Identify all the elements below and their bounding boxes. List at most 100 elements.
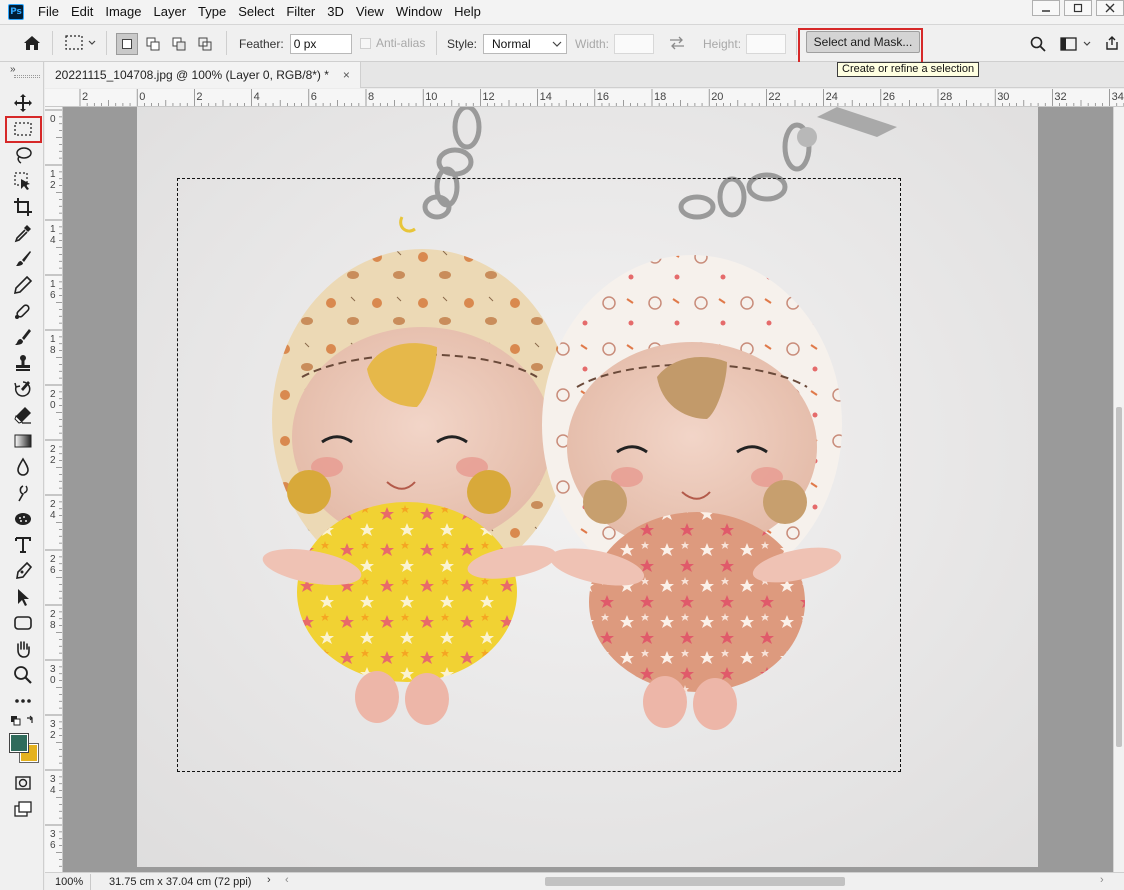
photo-two-plush-dolls xyxy=(137,107,1038,867)
vertical-scrollbar[interactable] xyxy=(1113,107,1124,872)
eyedropper-tool-icon[interactable] xyxy=(8,221,38,245)
maximize-icon[interactable] xyxy=(1064,0,1092,16)
document-size: 31.75 cm x 37.04 cm (72 ppi) xyxy=(109,875,252,888)
menu-window[interactable]: Window xyxy=(390,0,448,24)
quick-mask-icon[interactable] xyxy=(8,771,38,795)
home-icon[interactable] xyxy=(22,34,42,52)
crop-tool-icon[interactable] xyxy=(8,195,38,219)
ruler-label: 3 xyxy=(50,774,56,785)
panel-grip[interactable] xyxy=(14,75,40,78)
menu-3d[interactable]: 3D xyxy=(321,0,350,24)
status-menu-arrow-icon[interactable]: › xyxy=(267,874,271,886)
pen-tool-icon[interactable] xyxy=(8,559,38,583)
menu-select[interactable]: Select xyxy=(232,0,280,24)
minimize-icon[interactable] xyxy=(1032,0,1060,16)
history-brush-tool-icon[interactable] xyxy=(8,377,38,401)
healing-brush-tool-icon[interactable] xyxy=(8,299,38,323)
default-colors-icon[interactable] xyxy=(8,713,38,731)
eraser-tool-icon[interactable] xyxy=(8,403,38,427)
object-selection-tool-icon[interactable] xyxy=(8,169,38,193)
menu-image[interactable]: Image xyxy=(99,0,147,24)
workspace-switcher-icon[interactable] xyxy=(1060,36,1096,52)
ruler-label: 2 xyxy=(50,554,56,565)
rectangle-tool-icon[interactable] xyxy=(8,611,38,635)
ruler-label: 20 xyxy=(711,91,723,103)
foreground-color-swatch[interactable] xyxy=(9,733,29,753)
menu-layer[interactable]: Layer xyxy=(148,0,193,24)
menu-bar: Ps File Edit Image Layer Type Select Fil… xyxy=(0,0,1124,24)
horizontal-scrollbar-thumb[interactable] xyxy=(545,877,845,886)
stamp-tool-icon[interactable] xyxy=(8,351,38,375)
menu-edit[interactable]: Edit xyxy=(65,0,99,24)
feather-label: Feather: xyxy=(239,37,284,51)
ruler-label: 4 xyxy=(50,235,56,246)
ruler-label: 1 xyxy=(50,334,56,345)
collapse-panel-icon[interactable]: » xyxy=(10,64,15,75)
ruler-label: 8 xyxy=(50,345,56,356)
path-selection-tool-icon[interactable] xyxy=(8,585,38,609)
close-tab-icon[interactable]: × xyxy=(343,68,350,82)
sponge-tool-icon[interactable] xyxy=(8,507,38,531)
new-selection-icon[interactable] xyxy=(116,33,138,55)
pencil-tool-icon[interactable] xyxy=(8,273,38,297)
ruler-label: 2 xyxy=(50,609,56,620)
style-label: Style: xyxy=(447,37,478,51)
ruler-label: 4 xyxy=(50,510,56,521)
lasso-tool-icon[interactable] xyxy=(8,143,38,167)
menu-type[interactable]: Type xyxy=(192,0,232,24)
blur-tool-icon[interactable] xyxy=(8,455,38,479)
dodge-tool-icon[interactable] xyxy=(8,481,38,505)
menu-view[interactable]: View xyxy=(350,0,390,24)
ruler-label: 1 xyxy=(50,224,56,235)
gradient-tool-icon[interactable] xyxy=(8,429,38,453)
subtract-from-selection-icon[interactable] xyxy=(168,33,190,55)
intersect-selection-icon[interactable] xyxy=(194,33,216,55)
ruler-label: 28 xyxy=(940,91,952,103)
menu-help[interactable]: Help xyxy=(448,0,487,24)
horizontal-ruler: 2 0 2 4 6 8 10 12 14 16 18 20 22 24 26 28 30 32 34 xyxy=(45,89,1124,107)
share-icon[interactable] xyxy=(1104,35,1120,51)
menu-file[interactable]: File xyxy=(32,0,65,24)
scroll-right-icon[interactable]: › xyxy=(1100,874,1104,886)
color-swatches xyxy=(9,733,40,768)
screen-mode-icon[interactable] xyxy=(8,797,38,821)
clone-stamp-brush-icon[interactable] xyxy=(8,325,38,349)
scroll-left-icon[interactable]: ‹ xyxy=(285,874,289,886)
feather-input[interactable] xyxy=(289,34,352,54)
zoom-tool-icon[interactable] xyxy=(8,663,38,687)
add-to-selection-icon[interactable] xyxy=(142,33,164,55)
ruler-label: 2 xyxy=(50,499,56,510)
zoom-level[interactable]: 100% xyxy=(45,873,91,890)
swap-dimensions-icon[interactable] xyxy=(668,36,686,50)
search-icon[interactable] xyxy=(1030,36,1046,52)
hand-tool-icon[interactable] xyxy=(8,637,38,661)
tool-preset-picker[interactable] xyxy=(64,34,98,52)
style-select[interactable]: Normal xyxy=(483,34,568,54)
vertical-scrollbar-thumb[interactable] xyxy=(1116,407,1122,747)
ruler-label: 14 xyxy=(540,91,552,103)
ruler-label: 32 xyxy=(1054,91,1066,103)
ruler-label: 1 xyxy=(50,169,56,180)
brush-tool-icon[interactable] xyxy=(8,247,38,271)
ruler-label: 10 xyxy=(425,91,437,103)
ruler-label: 34 xyxy=(1112,91,1124,103)
vertical-ruler: 012141618202224262830323436 xyxy=(45,107,63,872)
document-tab[interactable]: 20221115_104708.jpg @ 100% (Layer 0, RGB… xyxy=(45,62,361,88)
menu-filter[interactable]: Filter xyxy=(280,0,321,24)
ruler-label: 22 xyxy=(768,91,780,103)
more-tools-icon[interactable] xyxy=(8,689,38,713)
close-icon[interactable] xyxy=(1096,0,1124,16)
antialias-label: Anti-alias xyxy=(376,36,426,50)
ruler-label: 2 xyxy=(50,455,56,466)
width-input[interactable] xyxy=(614,34,655,54)
antialias-checkbox[interactable] xyxy=(360,37,371,49)
height-input[interactable] xyxy=(746,34,787,54)
type-tool-icon[interactable] xyxy=(8,533,38,557)
ruler-label: 4 xyxy=(254,91,260,103)
ruler-label: 6 xyxy=(50,290,56,301)
move-tool-icon[interactable] xyxy=(8,91,38,115)
rectangular-marquee-tool-icon[interactable] xyxy=(8,117,38,141)
select-and-mask-button[interactable]: Select and Mask... xyxy=(806,31,920,53)
document-canvas[interactable] xyxy=(137,107,1038,867)
separator xyxy=(52,31,53,55)
